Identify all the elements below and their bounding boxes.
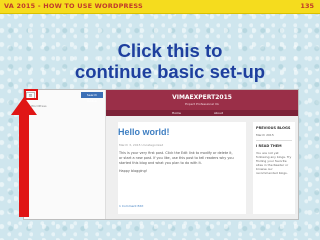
post-footer-links[interactable]: 1 Comment Edit <box>119 204 143 208</box>
site-title[interactable]: VIMAEXPERT2015 <box>106 94 298 101</box>
post-meta: March 3, 2015 Uncategorized <box>119 143 164 147</box>
slide-page-number: 135 <box>300 2 314 10</box>
blog-post: Hello world! March 3, 2015 Uncategorized… <box>118 122 246 214</box>
site-header: VIMAEXPERT2015 Expert Professional VA <box>106 90 298 110</box>
post-body: This is your very first post. Click the … <box>119 151 237 174</box>
slide-headline: Click this to continue basic set-up <box>40 40 300 82</box>
widget-previous-blogs-title: PREVIOUS BLOGS <box>256 126 291 130</box>
site-preview: VIMAEXPERT2015 Expert Professional VA Ho… <box>106 90 298 219</box>
slide-header-bar: VA 2015 - HOW TO USE WORDPRESS 135 <box>0 0 320 14</box>
site-nav: Home About <box>106 110 298 116</box>
wordpress-screenshot: ≡ Search Toolbar WordPress VIMAEXPERT201… <box>23 89 299 220</box>
post-signoff: Happy blogging! <box>119 169 148 173</box>
slide-header-title: VA 2015 - HOW TO USE WORDPRESS <box>4 2 143 10</box>
up-arrow-icon <box>11 97 37 217</box>
widget-i-read-them-title: I READ THEM <box>256 144 282 148</box>
nav-about[interactable]: About <box>214 111 223 115</box>
search-toolbar-button[interactable]: Search Toolbar <box>81 92 103 103</box>
post-title[interactable]: Hello world! <box>118 127 170 137</box>
nav-home[interactable]: Home <box>172 111 181 115</box>
widget-divider <box>256 140 292 141</box>
post-body-text: This is your very first post. Click the … <box>119 151 234 165</box>
site-tagline: Expert Professional VA <box>185 102 219 106</box>
widget-i-read-them-text: You are not yet following any blogs. Try… <box>256 151 292 175</box>
widget-previous-blogs-link[interactable]: March 2015 <box>256 133 293 137</box>
headline-line-1: Click this to <box>117 40 223 61</box>
headline-line-2: continue basic set-up <box>74 61 266 82</box>
widget-sidebar: PREVIOUS BLOGS March 2015 I READ THEM Yo… <box>253 122 295 214</box>
